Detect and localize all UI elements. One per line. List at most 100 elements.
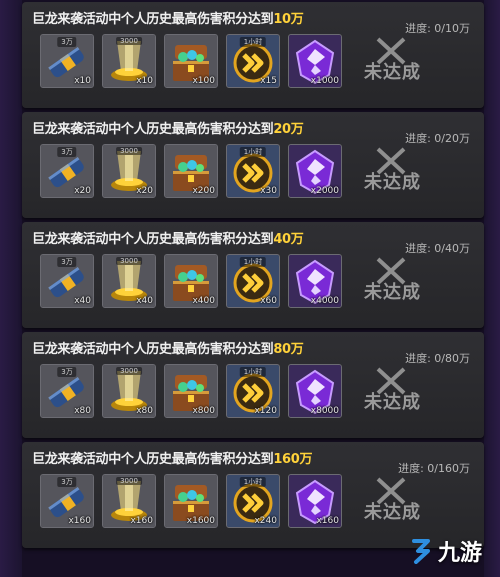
quest-status: 未达成 xyxy=(364,62,421,83)
reward-slot[interactable]: 3000 x80 xyxy=(102,364,156,418)
reward-quantity: x160 xyxy=(68,516,91,526)
watermark: 九游 xyxy=(408,535,482,567)
reward-slot[interactable]: x800 xyxy=(164,364,218,418)
reward-tag: 3万 xyxy=(57,367,77,377)
reward-slot[interactable]: 1小时 x30 xyxy=(226,144,280,198)
reward-quantity: x240 xyxy=(254,516,277,526)
reward-quantity: x1600 xyxy=(186,516,215,526)
reward-tag: 3万 xyxy=(57,147,77,157)
reward-slot[interactable]: x4000 xyxy=(288,254,342,308)
reward-slot[interactable]: 1小时 x15 xyxy=(226,34,280,88)
right-frame-edge xyxy=(484,0,500,577)
quest-progress: 进度: 0/10万 xyxy=(405,22,470,35)
quest-target: 20万 xyxy=(273,122,304,137)
quest-progress: 进度: 0/80万 xyxy=(405,352,470,365)
reward-tag: 1小时 xyxy=(239,477,267,487)
quest-title: 巨龙来袭活动中个人历史最高伤害积分达到40万 xyxy=(32,228,304,247)
reward-slot[interactable]: 3000 x40 xyxy=(102,254,156,308)
jiuyou-logo-icon xyxy=(411,539,430,564)
reward-quantity: x80 xyxy=(74,406,91,416)
reward-quantity: x40 xyxy=(74,296,91,306)
reward-slot[interactable]: 3万 x10 xyxy=(40,34,94,88)
reward-slot[interactable]: x1600 xyxy=(164,474,218,528)
reward-tag: 3万 xyxy=(57,37,77,47)
reward-quantity: x20 xyxy=(74,186,91,196)
quest-status: 未达成 xyxy=(364,502,421,523)
quest-card[interactable]: 巨龙来袭活动中个人历史最高伤害积分达到40万 进度: 0/40万 3万 x40 … xyxy=(22,222,484,328)
quest-card[interactable]: 巨龙来袭活动中个人历史最高伤害积分达到20万 进度: 0/20万 3万 x20 … xyxy=(22,112,484,218)
reward-tag: 1小时 xyxy=(239,367,267,377)
quest-target: 10万 xyxy=(273,12,304,27)
reward-slot[interactable]: 3000 x20 xyxy=(102,144,156,198)
reward-tag: 1小时 xyxy=(239,257,267,267)
reward-quantity: x40 xyxy=(136,296,153,306)
reward-slot[interactable]: 3000 x160 xyxy=(102,474,156,528)
reward-quantity: x10 xyxy=(136,76,153,86)
reward-tag: 3000 xyxy=(116,367,142,375)
reward-quantity: x200 xyxy=(192,186,215,196)
quest-title: 巨龙来袭活动中个人历史最高伤害积分达到20万 xyxy=(32,118,304,137)
quest-card[interactable]: 巨龙来袭活动中个人历史最高伤害积分达到160万 进度: 0/160万 3万 x1… xyxy=(22,442,484,548)
reward-slot[interactable]: 3000 x10 xyxy=(102,34,156,88)
reward-quantity: x60 xyxy=(260,296,277,306)
reward-slot[interactable]: 1小时 x120 xyxy=(226,364,280,418)
reward-quantity: x160 xyxy=(316,516,339,526)
reward-tag: 3万 xyxy=(57,477,77,487)
quest-target: 40万 xyxy=(273,232,304,247)
reward-tag: 3000 xyxy=(116,257,142,265)
reward-slot[interactable]: x100 xyxy=(164,34,218,88)
quest-title-text: 巨龙来袭活动中个人历史最高伤害积分达到 xyxy=(32,342,274,357)
quest-status: 未达成 xyxy=(364,172,421,193)
reward-quantity: x1000 xyxy=(310,76,339,86)
reward-tag: 3000 xyxy=(116,37,142,45)
reward-slot[interactable]: 3万 x40 xyxy=(40,254,94,308)
reward-slot[interactable]: x8000 xyxy=(288,364,342,418)
reward-slot[interactable]: 1小时 x60 xyxy=(226,254,280,308)
reward-tag: 3000 xyxy=(116,147,142,155)
reward-slot[interactable]: 1小时 x240 xyxy=(226,474,280,528)
reward-quantity: x160 xyxy=(130,516,153,526)
reward-quantity: x800 xyxy=(192,406,215,416)
reward-quantity: x30 xyxy=(260,186,277,196)
quest-title: 巨龙来袭活动中个人历史最高伤害积分达到160万 xyxy=(32,448,313,467)
reward-quantity: x8000 xyxy=(310,406,339,416)
reward-tag: 3000 xyxy=(116,477,142,485)
reward-quantity: x2000 xyxy=(310,186,339,196)
quest-progress: 进度: 0/40万 xyxy=(405,242,470,255)
reward-slot[interactable]: x2000 xyxy=(288,144,342,198)
reward-quantity: x15 xyxy=(260,76,277,86)
quest-status: 未达成 xyxy=(364,392,421,413)
reward-quantity: x80 xyxy=(136,406,153,416)
quest-title-text: 巨龙来袭活动中个人历史最高伤害积分达到 xyxy=(32,452,274,467)
reward-tag: 1小时 xyxy=(239,147,267,157)
reward-quantity: x4000 xyxy=(310,296,339,306)
reward-slot[interactable]: 3万 x20 xyxy=(40,144,94,198)
quest-progress: 进度: 0/160万 xyxy=(398,462,470,475)
reward-slot[interactable]: 3万 x80 xyxy=(40,364,94,418)
quest-title: 巨龙来袭活动中个人历史最高伤害积分达到80万 xyxy=(32,338,304,357)
quest-title-text: 巨龙来袭活动中个人历史最高伤害积分达到 xyxy=(32,122,274,137)
quest-card[interactable]: 巨龙来袭活动中个人历史最高伤害积分达到80万 进度: 0/80万 3万 x80 … xyxy=(22,332,484,438)
reward-slot[interactable]: x1000 xyxy=(288,34,342,88)
quest-target: 160万 xyxy=(273,452,313,467)
reward-quantity: x100 xyxy=(192,76,215,86)
reward-quantity: x10 xyxy=(74,76,91,86)
reward-tag: 1小时 xyxy=(239,37,267,47)
quest-card[interactable]: 巨龙来袭活动中个人历史最高伤害积分达到10万 进度: 0/10万 3万 x10 … xyxy=(22,2,484,108)
reward-slot[interactable]: x200 xyxy=(164,144,218,198)
left-frame-edge xyxy=(0,0,22,577)
quest-title-text: 巨龙来袭活动中个人历史最高伤害积分达到 xyxy=(32,12,274,27)
reward-quantity: x20 xyxy=(136,186,153,196)
reward-tag: 3万 xyxy=(57,257,77,267)
quest-title: 巨龙来袭活动中个人历史最高伤害积分达到10万 xyxy=(32,8,304,27)
quest-progress: 进度: 0/20万 xyxy=(405,132,470,145)
reward-slot[interactable]: x400 xyxy=(164,254,218,308)
reward-slot[interactable]: 3万 x160 xyxy=(40,474,94,528)
reward-quantity: x400 xyxy=(192,296,215,306)
watermark-text: 九游 xyxy=(437,541,482,566)
reward-quantity: x120 xyxy=(254,406,277,416)
quest-target: 80万 xyxy=(273,342,304,357)
quest-status: 未达成 xyxy=(364,282,421,303)
quest-title-text: 巨龙来袭活动中个人历史最高伤害积分达到 xyxy=(32,232,274,247)
reward-slot[interactable]: x160 xyxy=(288,474,342,528)
